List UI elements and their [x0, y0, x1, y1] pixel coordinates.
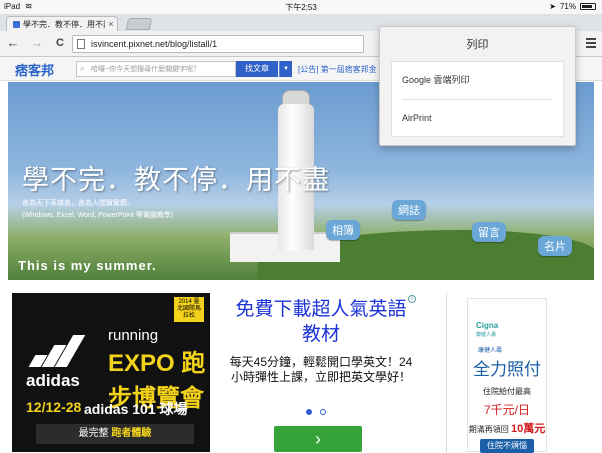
ad-right-line5-prefix: 期滿再領回 [468, 425, 509, 434]
site-logo[interactable]: 痞客邦 [15, 60, 54, 79]
search-button[interactable]: 找文章 [236, 61, 278, 77]
ad-right-line5: 期滿再領回 10萬元 [468, 420, 546, 436]
column-divider [446, 293, 447, 452]
tab-active[interactable]: 學不完．教不停．用不盡 × [6, 16, 118, 31]
ad-cta-highlight: 跑者體驗 [111, 428, 152, 439]
favicon-icon [13, 20, 20, 28]
blog-title: 學不完．教不停．用不盡 [22, 165, 330, 195]
ad-right-line5-highlight: 10萬元 [510, 423, 546, 435]
back-icon[interactable]: ← [6, 36, 20, 50]
carousel-dot-active[interactable] [306, 409, 312, 415]
blog-subtitle: 善為天下英雄善，善為人間實實模。 [22, 200, 134, 207]
search-placeholder: 哈囉~你今天想搜尋什麼關鍵字呢？ [91, 66, 201, 73]
sign-profile[interactable]: 名片 [538, 236, 572, 256]
ad-go-button[interactable]: › [274, 426, 362, 452]
blog-subtitle-2: (Windows, Excel, Word, PowerPoint 等電腦教學) [22, 212, 174, 219]
ad-running: running [108, 327, 159, 344]
print-menu-popover: 列印 Google 雲端列印 AirPrint [379, 26, 576, 146]
announcement-link[interactable]: [公告] 第一屆痞客邦金 [298, 64, 377, 75]
english-course-ad[interactable]: i 免費下載超人氣英語教材 每天45分鐘，輕鬆開口學英文！24小時彈性上課，立即… [222, 293, 420, 452]
ad-right-line4: 7千元/日 [483, 403, 530, 417]
status-clock: 下午2:53 [285, 3, 317, 12]
status-right: ➤ 71% [549, 2, 596, 11]
ad-right-line3: 住院給付最高 [483, 387, 531, 396]
search-dropdown-button[interactable]: ▼ [279, 61, 292, 77]
ad-brand: adidas [26, 371, 80, 390]
ad-cta-button[interactable]: 最完整 跑者體驗 [36, 424, 194, 444]
tab-close-icon[interactable]: × [105, 19, 117, 29]
ad-body: 每天45分鐘，輕鬆開口學英文！24小時彈性上課，立即把英文學好！ [229, 355, 413, 384]
search-icon: ⌕ [80, 64, 85, 73]
adidas-ad[interactable]: 2014 臺北國際馬拉松 adidas running EXPO 跑步博覽會 1… [12, 293, 210, 452]
cigna-logo: Cigna [476, 321, 499, 330]
battery-percent: 71% [559, 2, 576, 11]
sign-guestbook[interactable]: 留言 [472, 222, 506, 242]
forward-icon[interactable]: → [30, 36, 44, 50]
marathon-badge: 2014 臺北國際馬拉松 [174, 297, 204, 322]
tab-title: 學不完．教不停．用不盡 [23, 19, 105, 29]
ad-venue: adidas 101 球場 [84, 401, 188, 417]
sign-blog[interactable]: 網誌 [392, 200, 426, 220]
banner-summer-text: This is my summer. [18, 258, 157, 273]
print-option-airprint[interactable]: AirPrint [392, 100, 563, 137]
cigna-ad[interactable]: Cigna 康健人壽 康健人壽 全力照付 住院給付最高 7千元/日 期滿再領回 … [467, 298, 547, 453]
location-icon: ➤ [549, 2, 556, 11]
adidas-logo-icon [26, 333, 86, 367]
battery-icon [580, 3, 596, 10]
sign-album[interactable]: 相簿 [326, 220, 360, 240]
address-bar[interactable]: isvincent.pixnet.net/blog/listall/1 [72, 35, 364, 53]
ad-carousel-dots [306, 409, 326, 415]
browser-menu-icon[interactable] [586, 38, 596, 50]
new-tab-button[interactable] [125, 18, 153, 30]
ad-dates: 12/12-28 [26, 399, 82, 415]
ad-cta-prefix: 最完整 [78, 428, 109, 439]
cigna-sub: 康健人壽 [476, 332, 497, 338]
ad-right-line1: 康健人壽 [478, 348, 503, 354]
print-option-google-cloud-print[interactable]: Google 雲端列印 [392, 62, 563, 99]
carousel-dot[interactable] [320, 409, 326, 415]
print-menu-title: 列印 [466, 39, 489, 51]
ad-right-line2: 全力照付 [473, 360, 541, 379]
ad-headline[interactable]: 免費下載超人氣英語教材 [228, 297, 414, 347]
ad-right-button[interactable]: 住院不煩惱 [480, 439, 534, 453]
address-url: isvincent.pixnet.net/blog/listall/1 [91, 39, 218, 49]
page-icon [77, 39, 85, 49]
site-search-input[interactable]: ⌕ 哈囉~你今天想搜尋什麼關鍵字呢？ [76, 61, 236, 77]
ios-status-bar: iPad ≋ 下午2:53 ➤ 71% [0, 0, 602, 14]
print-options-list: Google 雲端列印 AirPrint [391, 61, 564, 137]
reload-icon[interactable]: C [53, 36, 67, 50]
